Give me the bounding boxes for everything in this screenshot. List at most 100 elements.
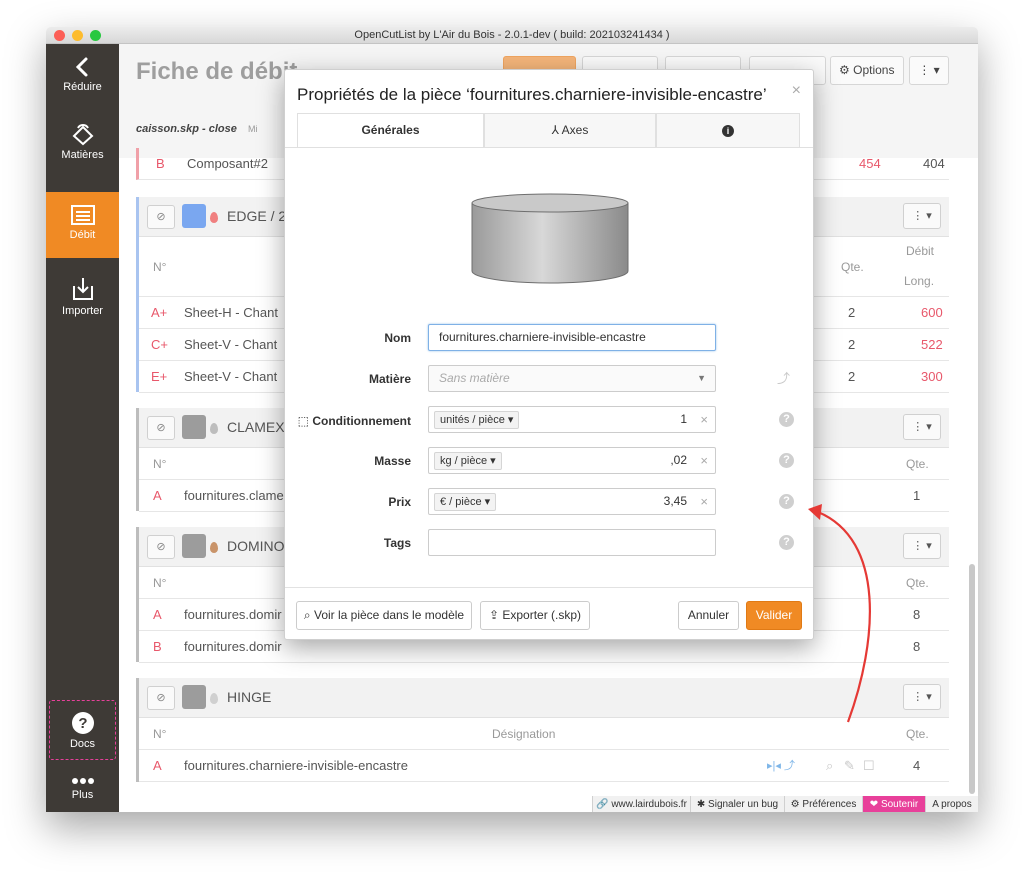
zoom-window-button[interactable]	[90, 30, 101, 41]
col-designation: Désignation	[492, 727, 556, 741]
group-block-hinge: ⊘ HINGE ⋮ ▾ N° Désignation Qte. A fourni…	[136, 678, 949, 782]
cancel-button[interactable]: Annuler	[678, 601, 739, 630]
block-menu-button[interactable]: ⋮ ▾	[903, 684, 941, 710]
search-icon: ⌕	[303, 608, 311, 622]
sidebar-label: Docs	[69, 738, 96, 750]
row-qty: 2	[848, 305, 856, 320]
bug-icon: ✱	[696, 799, 706, 810]
row-name: fournitures.domir	[184, 639, 282, 654]
block-title: HINGE	[227, 689, 272, 705]
row-checkbox[interactable]: ☐	[863, 750, 875, 782]
hide-icon[interactable]: ⊘	[147, 535, 175, 559]
title-bar: OpenCutList by L'Air du Bois - 2.0.1-dev…	[46, 27, 978, 44]
import-icon	[72, 278, 93, 300]
axes-icon: ⅄	[551, 123, 559, 137]
tab-axes[interactable]: ⅄ Axes	[484, 113, 656, 148]
grain-direction-icon[interactable]: ⤴	[777, 368, 790, 387]
header-menu-button[interactable]: ⋮ ▾	[909, 56, 949, 85]
tab-axes-label: Axes	[561, 123, 589, 137]
block-menu-button[interactable]: ⋮ ▾	[903, 414, 941, 440]
edit-pencil-icon[interactable]: ✎	[844, 750, 855, 782]
options-button[interactable]: ⚙ Options	[830, 56, 904, 85]
row-name: fournitures.charniere-invisible-encastre	[184, 758, 408, 773]
tab-info[interactable]: i	[656, 113, 800, 148]
validate-button[interactable]: Valider	[746, 601, 802, 630]
tab-panel-general: Nom fournitures.charniere-invisible-enca…	[285, 147, 813, 587]
row-number: A	[153, 607, 162, 622]
view-in-model-button[interactable]: ⌕ Voir la pièce dans le modèle	[296, 601, 472, 630]
col-qty: Qte.	[906, 457, 929, 471]
clear-icon[interactable]: ×	[700, 489, 708, 514]
link-icon: 🔗	[596, 799, 609, 810]
report-bug-button[interactable]: ✱ Signaler un bug	[690, 796, 784, 812]
hardware-type-icon	[182, 415, 206, 439]
col-num: N°	[153, 260, 167, 274]
help-icon[interactable]: ?	[779, 494, 794, 509]
material-label: Matière	[368, 372, 411, 386]
bug-label: Signaler un bug	[708, 799, 779, 810]
preferences-button[interactable]: ⚙ Préférences	[784, 796, 862, 812]
packaging-input[interactable]: unités / pièce ▾ 1 ×	[428, 406, 716, 433]
row-name: fournitures.clame	[184, 488, 284, 503]
material-placeholder: Sans matière	[439, 371, 510, 385]
website-link[interactable]: 🔗 www.lairdubois.fr	[592, 796, 690, 812]
mass-value: ,02	[670, 453, 687, 467]
name-input[interactable]: fournitures.charniere-invisible-encastre	[428, 324, 716, 351]
help-icon[interactable]: ?	[779, 453, 794, 468]
mass-unit-dropdown[interactable]: kg / pièce ▾	[434, 452, 502, 470]
tags-label: Tags	[383, 536, 411, 550]
close-window-button[interactable]	[54, 30, 65, 41]
price-input[interactable]: € / pièce ▾ 3,45 ×	[428, 488, 716, 515]
gear-icon: ⚙	[790, 799, 800, 810]
hide-icon[interactable]: ⊘	[147, 686, 175, 710]
mass-input[interactable]: kg / pièce ▾ ,02 ×	[428, 447, 716, 474]
sidebar-item-cutlist[interactable]: Débit	[46, 192, 119, 258]
tab-general[interactable]: Générales	[297, 113, 484, 148]
part-properties-dialog: Propriétés de la pièce ‘fournitures.char…	[284, 69, 814, 640]
col-long: Long.	[904, 274, 935, 288]
block-title: CLAMEX	[227, 419, 285, 435]
hide-icon[interactable]: ⊘	[147, 205, 175, 229]
col-debit: Débit	[906, 244, 935, 258]
block-menu-button[interactable]: ⋮ ▾	[903, 533, 941, 559]
info-icon: i	[722, 125, 734, 137]
packaging-unit-dropdown[interactable]: unités / pièce ▾	[434, 411, 520, 429]
row-number: A	[153, 488, 162, 503]
more-icon	[71, 778, 94, 784]
name-label: Nom	[384, 331, 411, 345]
sidebar-item-materials[interactable]: Matières	[46, 122, 119, 161]
color-drop-icon	[210, 693, 218, 704]
chevron-down-icon: ▼	[697, 373, 706, 383]
clear-icon[interactable]: ×	[700, 407, 708, 432]
hide-icon[interactable]: ⊘	[147, 416, 175, 440]
support-button[interactable]: ❤ Soutenir	[862, 796, 925, 812]
row-length: 600	[921, 305, 943, 320]
price-unit-dropdown[interactable]: € / pièce ▾	[434, 493, 497, 511]
block-menu-button[interactable]: ⋮ ▾	[903, 203, 941, 229]
help-icon[interactable]: ?	[779, 535, 794, 550]
search-icon[interactable]: ⌕	[826, 750, 833, 782]
help-icon[interactable]: ?	[779, 412, 794, 427]
vertical-scrollbar[interactable]	[969, 564, 975, 794]
prefs-label: Préférences	[802, 799, 857, 810]
table-row[interactable]: A fournitures.charniere-invisible-encast…	[139, 750, 949, 782]
sidebar-item-reduce[interactable]: Réduire	[46, 56, 119, 93]
col-num: N°	[153, 457, 167, 471]
row-name: Sheet-V - Chant	[184, 337, 278, 352]
file-name: caisson.skp - close	[136, 123, 237, 135]
row-name: Sheet-V - Chant	[184, 369, 278, 384]
material-select[interactable]: Sans matière ▼	[428, 365, 716, 392]
close-icon[interactable]: ×	[792, 82, 801, 100]
color-drop-icon	[210, 423, 218, 434]
row-value: 404	[923, 156, 945, 171]
row-number: B	[156, 156, 165, 171]
sidebar-item-docs[interactable]: ? Docs	[49, 700, 116, 760]
sidebar-item-import[interactable]: Importer	[46, 276, 119, 317]
row-name: Composant#2	[187, 156, 268, 171]
file-tab[interactable]: caisson.skp - close Mi	[136, 123, 257, 145]
about-button[interactable]: A propos	[925, 796, 978, 812]
export-skp-button[interactable]: ⇪ Exporter (.skp)	[480, 601, 590, 630]
minimize-window-button[interactable]	[72, 30, 83, 41]
clear-icon[interactable]: ×	[700, 448, 708, 473]
tags-input[interactable]	[428, 529, 716, 556]
